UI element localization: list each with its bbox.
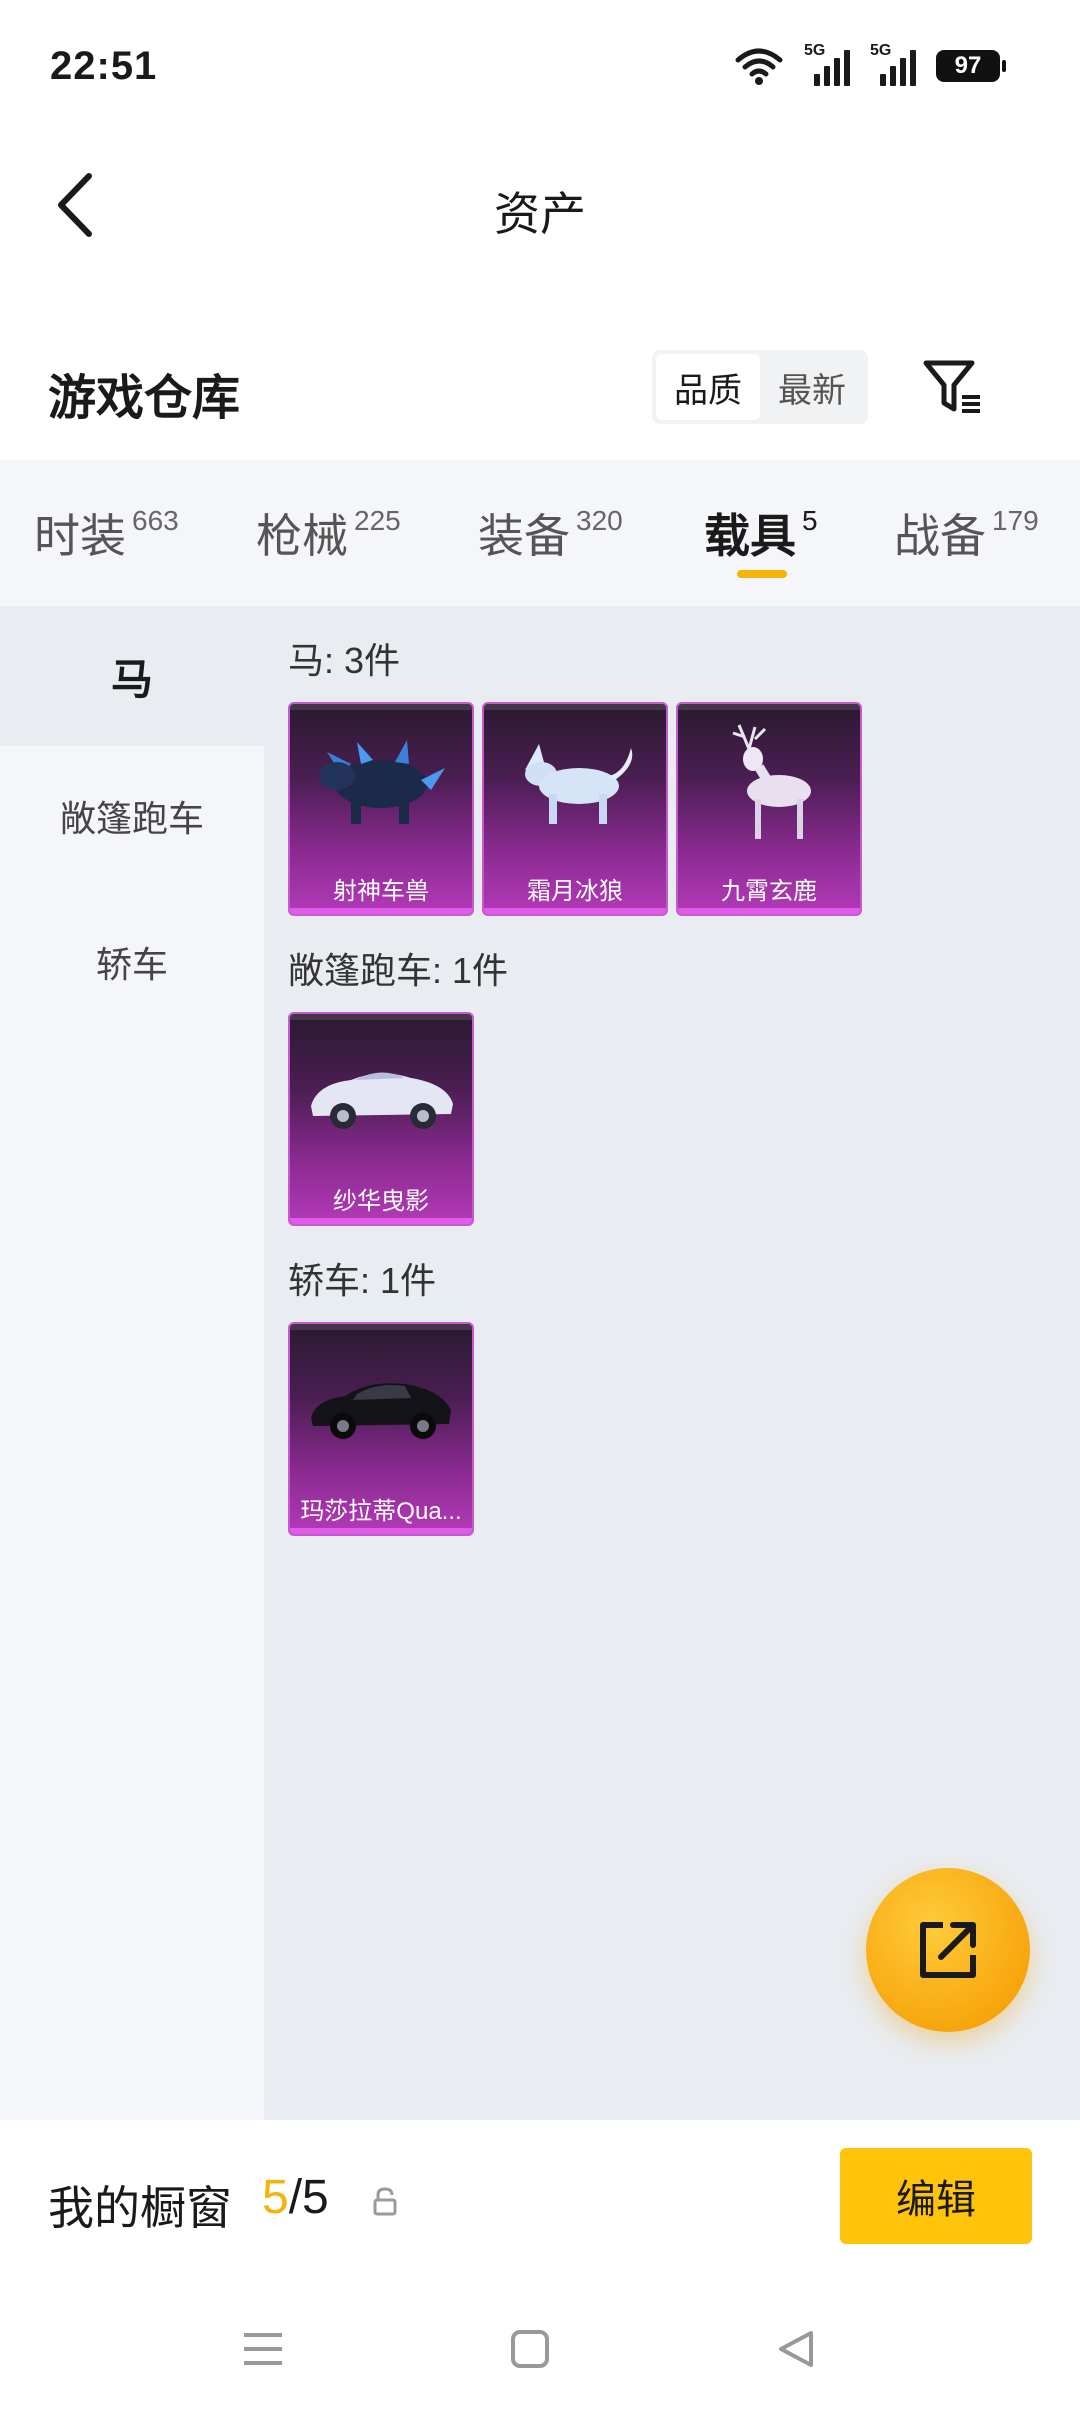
group-label-convertible: 敞篷跑车: 1件	[288, 950, 509, 991]
share-fab-button[interactable]	[866, 1868, 1030, 2032]
black-sedan-icon	[290, 1324, 472, 1484]
system-nav-bar	[0, 2280, 1080, 2412]
back-triangle-icon	[779, 2331, 813, 2367]
category-tabs: 时装 663 枪械 225 装备 320 载具 5 战备 179	[0, 460, 1080, 606]
warehouse-title: 游戏仓库	[48, 372, 241, 425]
status-time: 22:51	[50, 44, 158, 88]
item-card[interactable]: 纱华曳影	[288, 1012, 474, 1226]
item-card[interactable]: 霜月冰狼	[482, 702, 668, 916]
tab-count: 663	[132, 505, 179, 536]
menu-icon	[244, 2333, 282, 2365]
item-name: 纱华曳影	[333, 1188, 429, 1215]
tab-count: 5	[802, 505, 818, 536]
ice-wolf-icon	[484, 704, 666, 864]
sort-toggle: 品质 最新	[652, 350, 868, 424]
home-nav-button[interactable]	[505, 2324, 555, 2374]
status-bar: 22:51 5G 5G 97	[0, 0, 1080, 120]
tab-count: 225	[354, 505, 401, 536]
home-square-icon	[511, 2330, 549, 2368]
tab-fashion[interactable]: 时装 663	[34, 500, 179, 566]
item-name: 射神车兽	[333, 878, 429, 905]
item-card[interactable]: 射神车兽	[288, 702, 474, 916]
tab-guns[interactable]: 枪械 225	[256, 500, 401, 566]
group-label-sedan: 轿车: 1件	[288, 1260, 437, 1301]
item-name: 九霄玄鹿	[721, 878, 817, 905]
item-name: 霜月冰狼	[527, 878, 623, 905]
showcase-label: 我的橱窗	[48, 2182, 232, 2234]
menu-nav-button[interactable]	[238, 2324, 288, 2374]
active-tab-indicator	[737, 570, 787, 578]
white-deer-icon	[678, 704, 860, 864]
back-nav-button[interactable]	[770, 2324, 820, 2374]
dark-beast-icon	[290, 704, 472, 864]
lock-icon	[373, 2187, 397, 2216]
sort-quality-option[interactable]: 品质	[656, 354, 760, 420]
wifi-icon	[735, 48, 783, 85]
subcategory-sidebar: 马 敞篷跑车 轿车	[0, 606, 264, 2120]
filter-button[interactable]	[918, 352, 988, 422]
filter-icon	[923, 360, 980, 413]
showcase-count: 5/5	[262, 2171, 329, 2224]
sort-newest-option[interactable]: 最新	[760, 354, 864, 420]
signal-2-icon: 5G	[870, 42, 916, 86]
tab-equipment[interactable]: 装备 320	[478, 500, 623, 566]
status-icons: 5G 5G 97	[734, 42, 1006, 86]
sidebar-item-convertible[interactable]: 敞篷跑车	[0, 746, 264, 886]
battery-icon: 97	[936, 50, 1006, 82]
item-name: 玛莎拉蒂Qua...	[300, 1498, 462, 1525]
showcase-bar: 我的橱窗 5/5 编辑	[0, 2120, 1080, 2280]
item-card[interactable]: 玛莎拉蒂Qua...	[288, 1322, 474, 1536]
group-label-horse: 马: 3件	[288, 640, 401, 681]
share-external-icon	[920, 1922, 976, 1978]
tab-battle-gear[interactable]: 战备 179	[894, 500, 1039, 566]
tab-count: 179	[992, 505, 1039, 536]
tab-vehicles[interactable]: 载具 5	[704, 500, 818, 566]
tab-count: 320	[576, 505, 623, 536]
edit-button[interactable]: 编辑	[840, 2148, 1032, 2244]
page-title: 资产	[494, 188, 586, 240]
sidebar-item-horse[interactable]: 马	[0, 606, 264, 746]
sidebar-item-sedan[interactable]: 轿车	[0, 892, 264, 1032]
item-card[interactable]: 九霄玄鹿	[676, 702, 862, 916]
battery-level: 97	[954, 52, 982, 79]
white-convertible-icon	[290, 1014, 472, 1174]
header: 资产	[0, 140, 1080, 270]
signal-1-icon: 5G	[804, 42, 850, 86]
